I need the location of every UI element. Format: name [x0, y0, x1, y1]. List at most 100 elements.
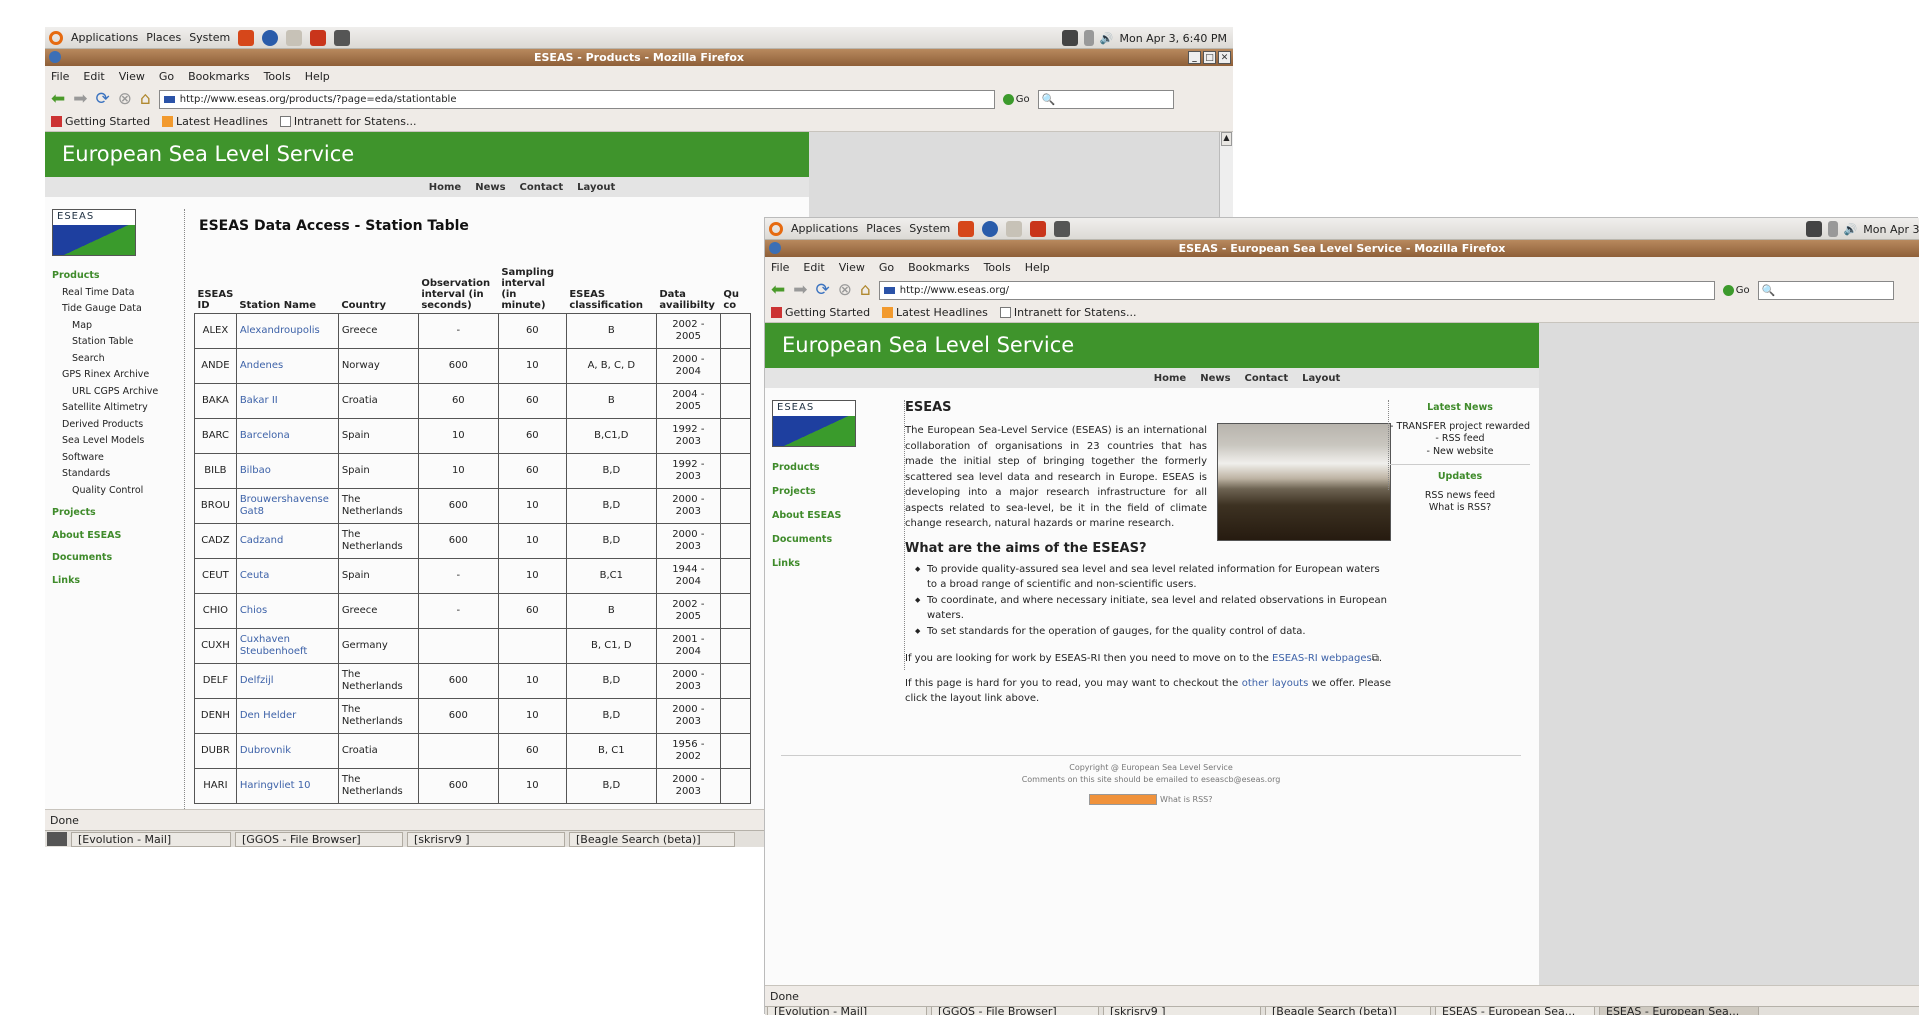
sidebar-item[interactable]: Standards	[52, 466, 172, 483]
stop-icon[interactable]: ⊗	[838, 281, 852, 299]
task-beagle[interactable]: [Beagle Search (beta)]	[569, 831, 735, 847]
sidebar-item[interactable]: Software	[52, 450, 172, 467]
menu-go[interactable]: Go	[159, 70, 174, 83]
menu-help[interactable]: Help	[1025, 261, 1050, 274]
applications-menu[interactable]: Applications	[791, 222, 858, 235]
url-text[interactable]: http://www.eseas.org/products/?page=eda/…	[180, 94, 457, 105]
system-menu[interactable]: System	[189, 31, 230, 44]
volume-icon[interactable]: 🔊	[1100, 32, 1114, 45]
go-button[interactable]: Go	[1002, 93, 1030, 105]
sidebar-item[interactable]: Documents	[52, 550, 172, 567]
bookmark-latest-headlines[interactable]: Latest Headlines	[882, 306, 988, 319]
home-icon[interactable]: ⌂	[140, 90, 151, 108]
station-link[interactable]: Brouwershavense Gat8	[240, 494, 329, 517]
go-button[interactable]: Go	[1722, 284, 1750, 296]
places-menu[interactable]: Places	[146, 31, 181, 44]
nav-layout[interactable]: Layout	[1302, 373, 1340, 384]
task-skrisrv9[interactable]: [skrisrv9 ]	[407, 831, 565, 847]
station-link[interactable]: Barcelona	[240, 430, 290, 441]
nav-about-eseas[interactable]: About ESEAS	[772, 505, 892, 527]
nav-layout[interactable]: Layout	[577, 182, 615, 193]
stop-icon[interactable]: ⊗	[118, 90, 132, 108]
nav-contact[interactable]: Contact	[1245, 373, 1289, 384]
gnome-foot-icon[interactable]	[49, 30, 63, 45]
bookmark-latest-headlines[interactable]: Latest Headlines	[162, 115, 268, 128]
window-titlebar[interactable]: ESEAS - European Sea Level Service - Moz…	[765, 240, 1919, 257]
bookmark-intranett[interactable]: Intranett for Statens...	[279, 115, 416, 128]
home-icon[interactable]: ⌂	[860, 281, 871, 299]
system-menu[interactable]: System	[909, 222, 950, 235]
minimize-icon[interactable]: _	[1188, 51, 1201, 64]
menu-bookmarks[interactable]: Bookmarks	[188, 70, 249, 83]
help-launcher-icon[interactable]	[1030, 220, 1047, 237]
rss-badge-icon[interactable]	[1089, 794, 1158, 805]
firefox-launcher-icon[interactable]	[982, 220, 999, 237]
bookmark-intranett[interactable]: Intranett for Statens...	[999, 306, 1136, 319]
beagle-launcher-icon[interactable]	[238, 29, 255, 46]
help-launcher-icon[interactable]	[310, 29, 327, 46]
sidebar-item[interactable]: Map	[52, 318, 172, 335]
scroll-up-arrow-icon[interactable]: ▲	[1221, 132, 1232, 146]
url-bar[interactable]: http://www.eseas.org/	[878, 280, 1715, 300]
station-link[interactable]: Bilbao	[240, 465, 271, 476]
power-tray-icon[interactable]	[1827, 221, 1838, 237]
task-beagle[interactable]: [Beagle Search (beta)]	[1265, 1007, 1431, 1015]
sidebar-item[interactable]: Sea Level Models	[52, 433, 172, 450]
menu-file[interactable]: File	[51, 70, 69, 83]
eseas-logo[interactable]: ESEAS	[772, 400, 856, 447]
power-tray-icon[interactable]	[1083, 30, 1094, 46]
volume-icon[interactable]: 🔊	[1844, 223, 1858, 236]
search-box[interactable]: 🔍	[1757, 280, 1894, 300]
menu-edit[interactable]: Edit	[83, 70, 104, 83]
nav-home[interactable]: Home	[429, 182, 461, 193]
station-link[interactable]: Cadzand	[240, 535, 284, 546]
url-text[interactable]: http://www.eseas.org/	[900, 285, 1009, 296]
menu-go[interactable]: Go	[879, 261, 894, 274]
menu-tools[interactable]: Tools	[984, 261, 1011, 274]
sidebar-item[interactable]: URL CGPS Archive	[52, 384, 172, 401]
places-menu[interactable]: Places	[866, 222, 901, 235]
menu-view[interactable]: View	[119, 70, 145, 83]
clock-launcher-icon[interactable]	[1006, 220, 1023, 237]
search-box[interactable]: 🔍	[1037, 89, 1174, 109]
network-tray-icon[interactable]	[1805, 221, 1822, 237]
task-file-browser[interactable]: [GGOS - File Browser]	[235, 831, 403, 847]
nav-projects[interactable]: Projects	[772, 481, 892, 503]
firefox-window-icon[interactable]	[769, 242, 781, 254]
menu-view[interactable]: View	[839, 261, 865, 274]
sidebar-item[interactable]: Tide Gauge Data	[52, 301, 172, 318]
menu-edit[interactable]: Edit	[803, 261, 824, 274]
station-link[interactable]: Ceuta	[240, 570, 270, 581]
task-evolution[interactable]: [Evolution - Mail]	[71, 831, 231, 847]
reload-icon[interactable]: ⟳	[816, 281, 830, 299]
sidebar-item[interactable]: Quality Control	[52, 483, 172, 500]
menu-help[interactable]: Help	[305, 70, 330, 83]
nav-news[interactable]: News	[475, 182, 505, 193]
station-link[interactable]: Delfzijl	[240, 675, 274, 686]
sidebar-item[interactable]: Real Time Data	[52, 285, 172, 302]
sidebar-item[interactable]: Satellite Altimetry	[52, 400, 172, 417]
close-icon[interactable]: ✕	[1218, 51, 1231, 64]
what-is-rss-link[interactable]: What is RSS?	[1390, 502, 1530, 515]
menu-bookmarks[interactable]: Bookmarks	[908, 261, 969, 274]
bookmark-getting-started[interactable]: Getting Started	[771, 306, 870, 319]
other-layouts-link[interactable]: other layouts	[1242, 678, 1309, 689]
sidebar-item[interactable]: GPS Rinex Archive	[52, 367, 172, 384]
forward-arrow-icon[interactable]: ➡	[793, 281, 807, 299]
station-link[interactable]: Cuxhaven Steubenhoeft	[240, 634, 307, 657]
show-desktop-icon[interactable]	[47, 832, 67, 846]
back-arrow-icon[interactable]: ⬅	[771, 281, 785, 299]
station-link[interactable]: Alexandroupolis	[240, 325, 320, 336]
firefox-launcher-icon[interactable]	[262, 29, 279, 46]
sidebar-item[interactable]: Projects	[52, 505, 172, 522]
task-eseas-1[interactable]: ESEAS - European Sea...	[1435, 1007, 1595, 1015]
sidebar-item[interactable]: About ESEAS	[52, 528, 172, 545]
sidebar-item[interactable]: Products	[52, 268, 172, 285]
panel-clock[interactable]: Mon Apr 3, 6:40 PM	[1119, 32, 1227, 45]
sidebar-item[interactable]: Search	[52, 351, 172, 368]
rss-help-link[interactable]: What is RSS?	[1160, 795, 1212, 804]
station-link[interactable]: Bakar II	[240, 395, 278, 406]
station-link[interactable]: Haringvliet 10	[240, 780, 311, 791]
firefox-window-icon[interactable]	[49, 51, 61, 63]
rss-news-feed-link[interactable]: RSS news feed	[1390, 490, 1530, 503]
